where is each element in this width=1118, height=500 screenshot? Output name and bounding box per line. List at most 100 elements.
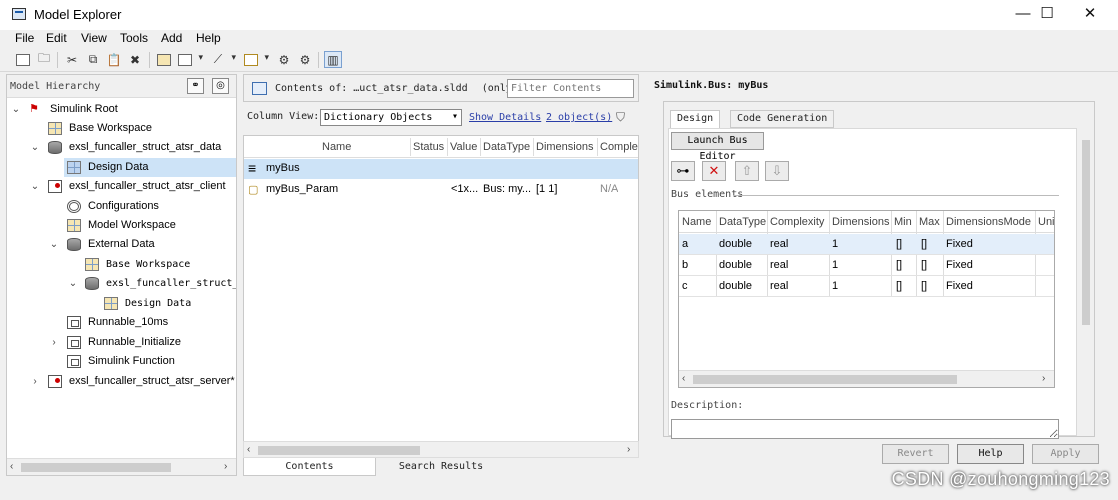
apply-button[interactable]: Apply (1032, 444, 1099, 464)
column-divider[interactable] (410, 138, 411, 156)
object-count-link[interactable]: 2 object(s) (546, 112, 612, 123)
column-header-complexity[interactable]: Complexity (600, 141, 638, 153)
expander-icon[interactable]: ⌄ (49, 235, 59, 254)
tab-design[interactable]: Design (670, 110, 721, 129)
tree-item-simulink-root[interactable]: ⌄ ⚑ Simulink Root (7, 100, 236, 119)
column-header-dimensions[interactable]: Dimensions (536, 141, 596, 153)
add-simulink-object-icon[interactable] (176, 51, 203, 68)
expander-icon[interactable]: ⌄ (11, 100, 21, 119)
menu-tools[interactable]: Tools (120, 31, 148, 45)
tree-item-external-dictionary[interactable]: ⌄ exsl_funcaller_struct_atsr_d (7, 274, 236, 293)
scrollbar-thumb[interactable] (21, 463, 171, 472)
maximize-button[interactable]: ☐ (1024, 0, 1070, 30)
toolbar: 🗀 ✂ ⧉ 📋 ✖ ⟋ ⚙ ⚙ ▥ (0, 48, 1118, 72)
expander-icon[interactable]: › (30, 372, 40, 391)
scroll-right-icon[interactable]: › (224, 461, 227, 472)
column-header-dimensions[interactable]: Dimensions (832, 216, 890, 228)
delete-icon[interactable]: ✖ (126, 51, 144, 68)
open-folder-icon[interactable]: 🗀 (35, 51, 53, 68)
move-down-icon[interactable]: ⇩ (765, 161, 789, 181)
column-header-min[interactable]: Min (894, 216, 916, 228)
column-divider[interactable] (533, 138, 534, 156)
scrollbar-thumb[interactable] (258, 446, 420, 455)
table-row[interactable]: ≡ myBus (244, 159, 638, 179)
tree-item-runnable-initialize[interactable]: › Runnable_Initialize (7, 333, 236, 352)
tree-item-data-dictionary[interactable]: ⌄ exsl_funcaller_struct_atsr_data (7, 138, 236, 157)
scroll-left-icon[interactable]: ‹ (682, 373, 685, 384)
add-element-icon[interactable]: ⊶ (671, 161, 695, 181)
scrollbar-thumb[interactable] (693, 375, 957, 384)
revert-button[interactable]: Revert (882, 444, 949, 464)
tab-code-generation[interactable]: Code Generation (730, 110, 835, 128)
column-divider[interactable] (447, 138, 448, 156)
menu-edit[interactable]: Edit (46, 31, 67, 45)
show-dialog-pane-icon[interactable]: ▥ (324, 51, 342, 68)
expander-icon[interactable]: ⌄ (30, 177, 40, 196)
delete-element-icon[interactable]: ✕ (702, 161, 726, 181)
tree-item-external-design-data[interactable]: Design Data (7, 294, 236, 313)
menu-help[interactable]: Help (196, 31, 221, 45)
move-up-icon[interactable]: ⇧ (735, 161, 759, 181)
column-header-status[interactable]: Status (413, 141, 448, 153)
copy-icon[interactable]: ⧉ (84, 51, 102, 68)
filter-contents-input[interactable] (507, 79, 634, 98)
hierarchy-horizontal-scrollbar[interactable]: ‹ › (7, 458, 236, 475)
column-header-max[interactable]: Max (919, 216, 943, 228)
add-configuration-icon[interactable] (242, 51, 269, 68)
menu-file[interactable]: File (15, 31, 34, 45)
menu-add[interactable]: Add (161, 31, 182, 45)
add-matlab-variable-icon[interactable] (155, 51, 173, 68)
tree-item-design-data[interactable]: Design Data (64, 158, 236, 177)
table-row[interactable]: c double real 1 [] [] Fixed (679, 276, 1054, 297)
expander-icon[interactable]: ⌄ (30, 138, 40, 157)
tree-item-external-data[interactable]: ⌄ External Data (7, 235, 236, 254)
contents-horizontal-scrollbar[interactable]: ‹ › (243, 441, 639, 458)
column-divider[interactable] (480, 138, 481, 156)
tree-item-model-workspace[interactable]: Model Workspace (7, 216, 236, 235)
scroll-left-icon[interactable]: ‹ (10, 461, 13, 472)
column-header-name[interactable]: Name (322, 141, 412, 153)
tree-item-external-base-workspace[interactable]: Base Workspace (7, 255, 236, 274)
new-model-icon[interactable] (14, 51, 32, 68)
cut-icon[interactable]: ✂ (63, 51, 81, 68)
menu-view[interactable]: View (81, 31, 107, 45)
scrollbar-thumb[interactable] (1082, 140, 1090, 325)
column-header-value[interactable]: Value (450, 141, 480, 153)
table-row[interactable]: ▢ myBus_Param <1x... Bus: my... [1 1] N/… (244, 180, 638, 200)
table-row[interactable]: b double real 1 [] [] Fixed (679, 255, 1054, 276)
column-header-name[interactable]: Name (682, 216, 716, 228)
tree-item-runnable-10ms[interactable]: Runnable_10ms (7, 313, 236, 332)
column-header-complexity[interactable]: Complexity (770, 216, 828, 228)
tree-item-base-workspace[interactable]: Base Workspace (7, 119, 236, 138)
table-row[interactable]: a double real 1 [] [] Fixed (679, 234, 1054, 255)
filter-funnel-icon[interactable]: ⛉ (616, 110, 630, 124)
tab-search-results[interactable]: Search Results (376, 458, 506, 476)
scroll-right-icon[interactable]: › (627, 444, 630, 455)
tree-item-client-model[interactable]: ⌄ exsl_funcaller_struct_atsr_client (7, 177, 236, 196)
dialog-vertical-scrollbar[interactable] (1078, 128, 1093, 436)
scroll-left-icon[interactable]: ‹ (247, 444, 250, 455)
launch-bus-editor-button[interactable]: Launch Bus Editor (671, 132, 764, 162)
tree-item-configurations[interactable]: Configurations (7, 197, 236, 216)
bus-table-horizontal-scrollbar[interactable]: ‹ › (679, 370, 1054, 387)
close-button[interactable]: ✕ (1067, 0, 1113, 30)
tree-item-simulink-function[interactable]: Simulink Function (7, 352, 236, 371)
tree-item-server-model[interactable]: › exsl_funcaller_struct_atsr_server* (7, 372, 236, 391)
add-chart-icon[interactable]: ⟋ (209, 51, 236, 68)
link-icon[interactable]: ⚭ (187, 78, 204, 94)
column-header-unit[interactable]: Unit (1038, 216, 1054, 228)
help-button[interactable]: Help (957, 444, 1024, 464)
paste-icon[interactable]: 📋 (105, 51, 123, 68)
column-header-datatype[interactable]: DataType (719, 216, 767, 228)
column-header-datatype[interactable]: DataType (483, 141, 533, 153)
expander-icon[interactable]: ⌄ (68, 274, 78, 293)
expander-icon[interactable]: › (49, 333, 59, 352)
show-details-link[interactable]: Show Details (469, 112, 541, 123)
description-field[interactable] (671, 419, 1059, 439)
column-divider[interactable] (597, 138, 598, 156)
column-view-select[interactable]: Dictionary Objects (320, 109, 462, 126)
column-header-dimensionsmode[interactable]: DimensionsMode (946, 216, 1033, 228)
show-hide-icon[interactable]: ◎ (212, 78, 229, 94)
scroll-right-icon[interactable]: › (1042, 373, 1045, 384)
tab-contents[interactable]: Contents (243, 458, 376, 476)
